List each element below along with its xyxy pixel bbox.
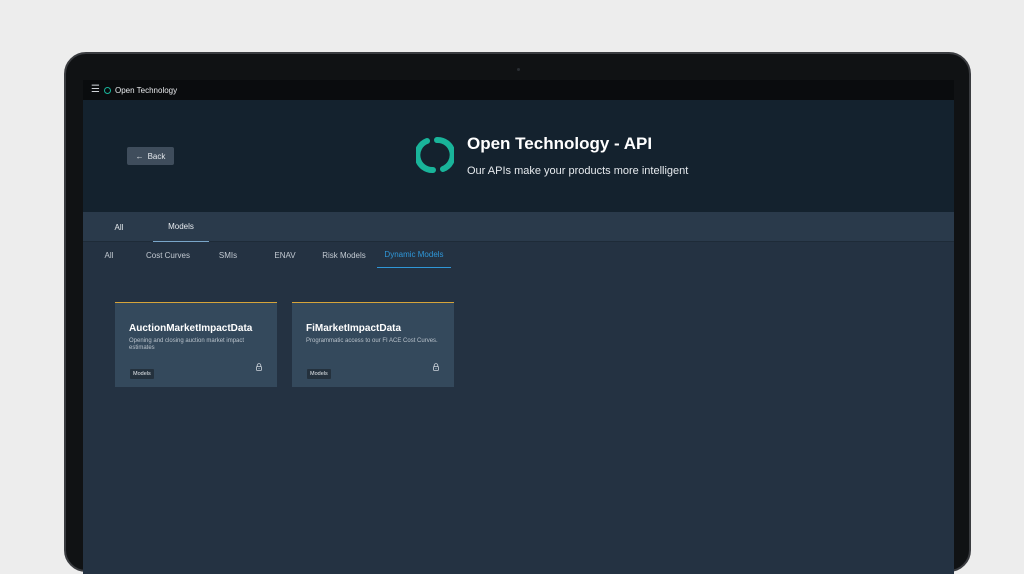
back-button-label: Back	[147, 151, 166, 161]
subtab-cost-curves[interactable]: Cost Curves	[141, 242, 195, 268]
arrow-left-icon: ←	[135, 151, 144, 161]
card-description: Programmatic access to our FI ACE Cost C…	[306, 338, 438, 344]
api-card[interactable]: AuctionMarketImpactData Opening and clos…	[115, 302, 277, 387]
primary-tabs: All Models	[83, 212, 954, 242]
open-technology-logo-icon	[416, 137, 454, 173]
subtab-all[interactable]: All	[97, 242, 121, 268]
lock-icon	[256, 363, 262, 371]
top-bar: ☰ Open Technology	[83, 80, 954, 100]
card-description: Opening and closing auction market impac…	[129, 338, 245, 351]
subtab-dynamic-models[interactable]: Dynamic Models	[377, 242, 451, 268]
brand-logo-icon	[104, 86, 111, 94]
laptop-frame: ☰ Open Technology ← Back Open Technology…	[64, 52, 971, 574]
screen: ☰ Open Technology ← Back Open Technology…	[83, 80, 954, 574]
api-card[interactable]: FiMarketImpactData Programmatic access t…	[292, 302, 454, 387]
tab-all[interactable]: All	[103, 212, 135, 242]
camera	[517, 68, 520, 71]
card-title: AuctionMarketImpactData	[129, 323, 253, 334]
card-tag: Models	[307, 369, 331, 379]
lock-icon	[433, 363, 439, 371]
brand-name: Open Technology	[115, 85, 178, 95]
hamburger-icon[interactable]: ☰	[91, 85, 101, 95]
subtab-risk-models[interactable]: Risk Models	[319, 242, 369, 268]
subtab-enav[interactable]: ENAV	[267, 242, 303, 268]
page-title: Open Technology - API	[467, 134, 653, 153]
secondary-tabs: All Cost Curves SMIs ENAV Risk Models Dy…	[83, 242, 954, 270]
hero-banner: ← Back Open Technology - API Our APIs ma…	[83, 100, 954, 212]
card-title: FiMarketImpactData	[306, 323, 402, 334]
page-subtitle: Our APIs make your products more intelli…	[467, 165, 689, 177]
subtab-smis[interactable]: SMIs	[211, 242, 245, 268]
tab-models[interactable]: Models	[153, 212, 209, 242]
card-tag: Models	[130, 369, 154, 379]
back-button[interactable]: ← Back	[127, 147, 174, 165]
